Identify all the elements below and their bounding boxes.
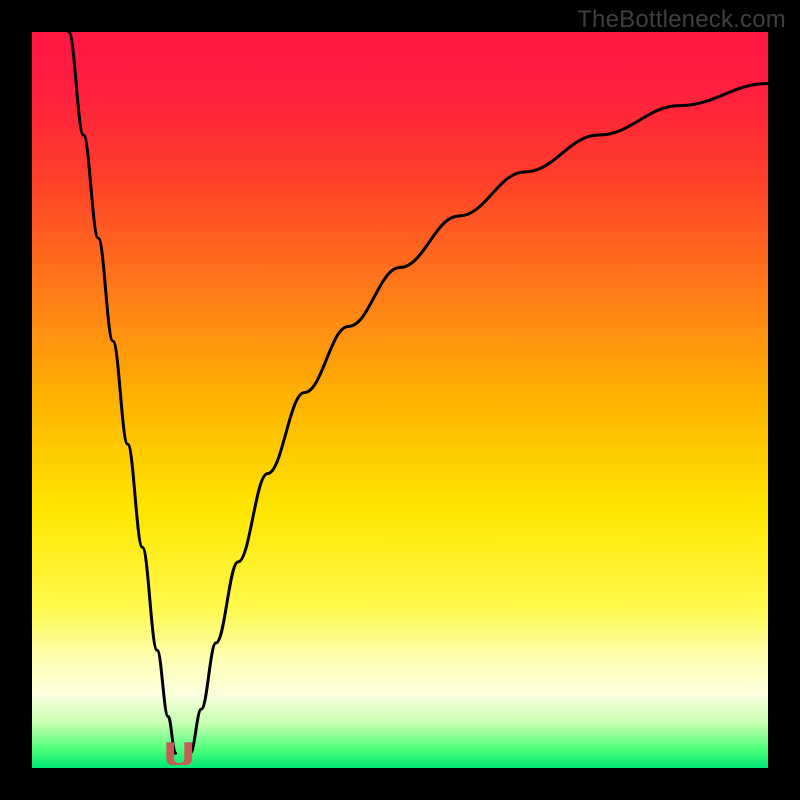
plot-svg [32,32,768,768]
plot-area [32,32,768,768]
background-gradient [32,32,768,768]
watermark-text: TheBottleneck.com [577,6,786,34]
outer-frame: TheBottleneck.com [0,0,800,800]
